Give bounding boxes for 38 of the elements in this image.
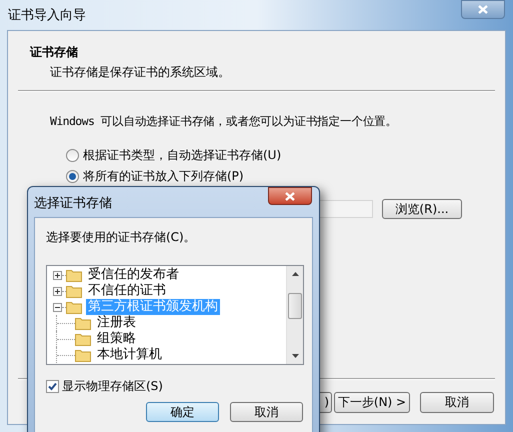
radio-option[interactable]: 根据证书类型，自动选择证书存储(U) xyxy=(66,147,505,164)
close-button[interactable] xyxy=(461,0,505,19)
header-title: 证书存储 xyxy=(30,44,79,61)
cancel-button[interactable]: 取消 xyxy=(420,392,494,412)
header-subtitle: 证书存储是保存证书的系统区域。 xyxy=(50,64,231,81)
scroll-down-icon[interactable] xyxy=(292,354,298,358)
close-icon xyxy=(285,192,295,200)
scrollbar[interactable] xyxy=(286,266,303,364)
expander-icon[interactable] xyxy=(53,302,62,312)
folder-icon xyxy=(75,316,91,330)
folder-icon xyxy=(66,284,82,298)
close-button[interactable] xyxy=(268,187,312,205)
tree-item[interactable]: 不信任的证书 xyxy=(86,283,168,299)
dialog-title: 选择证书存储 xyxy=(34,195,112,213)
folder-icon xyxy=(75,332,91,346)
folder-icon xyxy=(66,268,82,282)
scroll-thumb[interactable] xyxy=(288,293,302,319)
folder-icon xyxy=(75,348,91,362)
tree-item[interactable]: 本地计算机 xyxy=(95,347,164,363)
next-button[interactable]: 下一步(N) > xyxy=(334,392,410,412)
tree-item[interactable]: 受信任的发布者 xyxy=(86,267,181,283)
browse-button[interactable]: 浏览(R)... xyxy=(382,199,462,220)
folder-icon xyxy=(66,300,82,314)
expander-icon[interactable] xyxy=(53,286,62,296)
scroll-up-icon[interactable] xyxy=(292,272,298,276)
ok-button[interactable]: 确定 xyxy=(146,402,219,422)
checkmark-icon xyxy=(48,382,57,390)
tree-item[interactable]: 组策略 xyxy=(95,331,138,347)
checkbox-option[interactable]: 显示物理存储区(S) xyxy=(46,377,312,395)
radio-option[interactable]: 将所有的证书放入下列存储(P) xyxy=(66,168,505,184)
close-icon xyxy=(478,5,488,14)
store-tree[interactable]: 受信任的发布者 不信任的证书 第三方根证书颁发机构 注册表 组策略 本地计算机 xyxy=(46,265,304,365)
tree-item[interactable]: 注册表 xyxy=(95,315,138,331)
dialog-prompt: 选择要使用的证书存储(C)。 xyxy=(46,229,197,246)
cancel-button[interactable]: 取消 xyxy=(230,402,303,422)
window-title: 证书导入向导 xyxy=(8,7,86,25)
expander-icon[interactable] xyxy=(53,270,62,280)
intro-text: Windows 可以自动选择证书存储，或者您可以为证书指定一个位置。 xyxy=(50,113,398,130)
